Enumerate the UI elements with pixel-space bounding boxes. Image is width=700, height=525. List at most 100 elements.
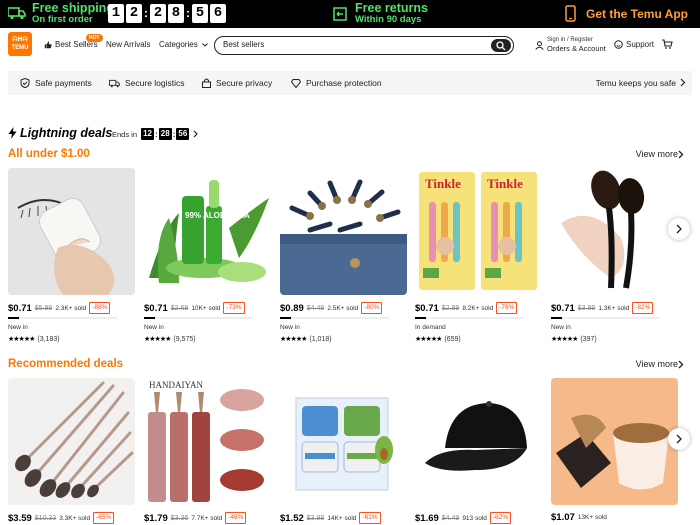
price-row: $1.07 13K+ sold [551,512,610,523]
product-image[interactable] [280,168,407,295]
section-title-all-under-1[interactable]: All under $1.00 [8,148,90,160]
star-rating: ★★★★★ [144,336,171,343]
review-count: (9,575) [173,335,196,343]
product-image[interactable]: Tinkle Tinkle [415,168,542,295]
promo-countdown: 1 2 : 2 8 : 5 6 [108,4,228,23]
trust-label: Purchase protection [306,78,382,88]
trust-keeps-safe: Temu keeps you safe [595,78,676,88]
star-rating: ★★★★★ [8,336,35,343]
search-bar[interactable]: Best sellers [214,36,514,55]
timer-colon: : [144,6,148,20]
product-image[interactable] [8,378,135,505]
carousel-next-button[interactable] [668,428,690,450]
discount-badge: -82% [632,302,654,314]
lightning-deals-header[interactable]: Lightning deals [8,126,112,140]
sale-price: $1.07 [551,512,575,523]
review-count: (1,018) [309,335,332,343]
section-title-recommended[interactable]: Recommended deals [8,358,123,370]
original-price: $3.98 [306,514,325,522]
review-count: (3,183) [37,335,60,343]
nav-categories[interactable]: Categories [159,40,208,49]
countdown-colon: : [172,129,176,139]
view-more-link[interactable]: View more [636,359,678,369]
nav-new-arrivals[interactable]: New Arrivals [106,40,150,49]
sold-count: 2.5K+ sold [327,304,359,312]
sale-price: $1.79 [144,512,168,524]
countdown-colon: : [155,129,158,139]
rating: ★★★★★ (3,183) [8,335,60,344]
product-image[interactable] [415,378,542,505]
eyelash-applicator-image [8,168,135,295]
product-tag: New in [280,324,300,331]
orders-account-label: Orders & Account [547,44,606,53]
sale-price: $3.59 [8,512,32,524]
timer-digit: 1 [108,4,124,23]
trust-bar[interactable]: Safe payments Secure logistics Secure pr… [8,71,692,95]
skincare-set-image [280,378,407,505]
sign-in-label: Sign in / Register [547,37,593,43]
support-link[interactable]: Support [614,40,654,49]
lightning-deals-title: Lightning deals [20,126,113,140]
timer-digit: 2 [126,4,142,23]
nav-categories-label: Categories [159,40,198,49]
price-row: $0.71 $2.99 8.2K+ sold -76% [415,302,518,314]
search-input[interactable]: Best sellers [223,40,264,49]
original-price: $4.49 [441,514,460,522]
star-rating: ★★★★★ [415,336,442,343]
sold-count: 14K+ sold [327,514,357,522]
truck-icon [109,79,120,87]
trust-secure-privacy: Secure privacy [202,78,272,88]
get-app-link[interactable]: Get the Temu App [565,5,688,22]
temu-logo[interactable]: ᗩᕼᗩ TEMU [8,32,32,56]
sold-count: 1.3K+ sold [598,304,630,312]
lightning-countdown[interactable]: Ends in 12 : 28 : 56 [112,128,199,140]
chevron-down-icon [202,43,208,47]
free-returns-title: Free returns [355,1,428,15]
view-more-link[interactable]: View more [636,149,678,159]
tinkle-razor-image: Tinkle Tinkle [415,168,542,295]
carousel-next-button[interactable] [668,218,690,240]
site-header: ᗩᕼᗩ TEMU Best Sellers HOT New Arrivals C… [0,28,700,62]
price-row: $1.79 $3.36 7.7K+ sold -46% [144,512,247,524]
product-image[interactable] [280,378,407,505]
phone-icon [565,5,576,22]
jeans-button-image [280,168,407,295]
sold-count: 7.7K+ sold [191,514,223,522]
sale-price: $0.71 [551,302,575,314]
free-shipping-promo[interactable]: Free shipping On first order [8,2,114,26]
oval-makeup-brush-image [551,168,678,295]
product-image[interactable] [8,168,135,295]
stock-progress [415,317,524,319]
stock-progress [551,317,660,319]
tinkle-brand-text: Tinkle [425,176,461,191]
free-returns-promo[interactable]: Free returns Within 90 days [333,2,428,26]
review-count: (659) [444,335,461,343]
product-image[interactable]: HANDAIYAN [144,378,271,505]
price-row: $0.71 $2.69 10K+ sold -73% [144,302,245,314]
timer-digit: 5 [192,4,208,23]
lock-icon [202,78,211,88]
product-image[interactable]: 99% ALOE VERA [144,168,271,295]
promo-bar: Free shipping On first order 1 2 : 2 8 :… [0,0,700,28]
product-image[interactable] [551,378,678,505]
original-price: $4.49 [306,304,325,312]
countdown-seconds: 56 [176,128,190,140]
search-icon [496,40,506,50]
original-price: $3.99 [577,304,596,312]
price-row: $0.89 $4.49 2.5K+ sold -80% [280,302,383,314]
rating: ★★★★★ (1,018) [280,335,332,344]
discount-badge: -88% [89,302,111,314]
sale-price: $0.71 [144,302,168,314]
sign-in-link[interactable]: Sign in / Register Orders & Account [535,37,606,53]
product-tag: New in [551,324,571,331]
countdown-hours: 12 [141,128,155,140]
product-image[interactable] [551,168,678,295]
stock-progress [280,317,389,319]
original-price: $10.33 [34,514,57,522]
discount-badge: -65% [93,512,115,524]
cart-icon[interactable] [662,39,673,49]
search-button[interactable] [491,38,511,52]
sold-count: 13K+ sold [577,514,607,521]
original-price: $5.99 [34,304,53,312]
trust-label: Secure logistics [125,78,185,88]
